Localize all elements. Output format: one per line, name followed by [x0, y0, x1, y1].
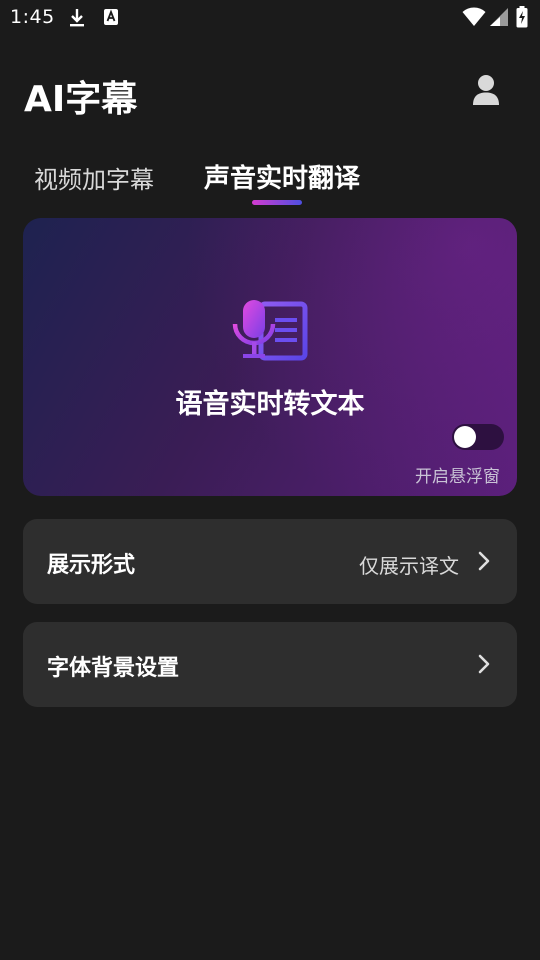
download-icon [68, 8, 86, 32]
font-background-label: 字体背景设置 [47, 656, 180, 681]
card-title: 语音实时转文本 [175, 389, 365, 420]
display-mode-value: 仅展示译文 [359, 554, 459, 578]
font-a-icon [103, 8, 119, 30]
app-title: AI字幕 [24, 79, 138, 120]
tab-video-subtitles[interactable]: 视频加字幕 [34, 160, 154, 195]
user-icon [472, 74, 500, 110]
mic-transcript-icon [231, 298, 311, 370]
tab-realtime-translation[interactable]: 声音实时翻译 [204, 158, 360, 195]
display-mode-row[interactable]: 展示形式 仅展示译文 [23, 519, 517, 604]
chevron-right-icon [477, 550, 491, 572]
speech-to-text-card[interactable]: 语音实时转文本 开启悬浮窗 [23, 218, 517, 496]
battery-charging-icon [516, 6, 528, 32]
active-tab-indicator [252, 200, 302, 205]
display-mode-label: 展示形式 [47, 553, 136, 578]
wifi-icon [462, 7, 486, 31]
status-bar: 1:45 [0, 0, 540, 36]
signal-icon [489, 7, 509, 31]
floating-window-label: 开启悬浮窗 [415, 467, 500, 487]
chevron-right-icon [477, 653, 491, 675]
font-background-row[interactable]: 字体背景设置 [23, 622, 517, 707]
toggle-knob [454, 426, 476, 448]
status-time: 1:45 [10, 6, 55, 28]
floating-window-toggle[interactable] [452, 424, 504, 450]
profile-button[interactable] [466, 72, 506, 112]
